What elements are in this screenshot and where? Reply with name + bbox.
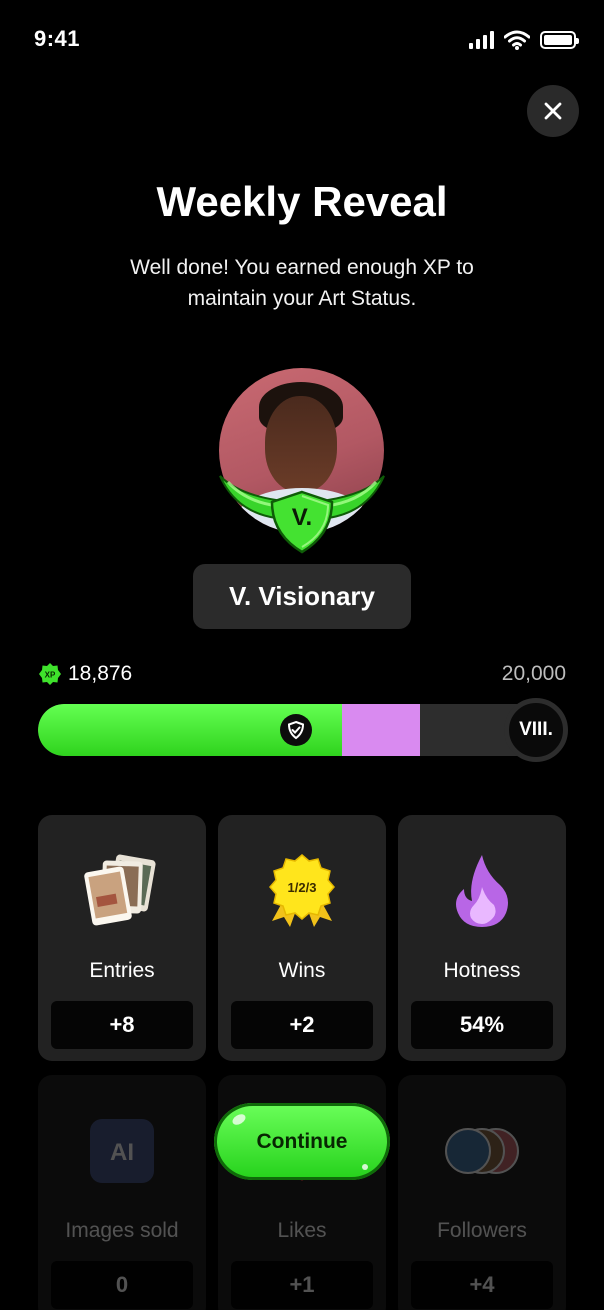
page-title: Weekly Reveal (156, 178, 448, 225)
close-icon (544, 102, 562, 120)
stat-card-hotness: Hotness 54% (398, 815, 566, 1061)
rank-threshold-marker (280, 714, 312, 746)
status-bar: 9:41 (0, 0, 604, 80)
ai-tile-label: AI (110, 1139, 134, 1166)
battery-icon (540, 31, 579, 49)
wifi-icon (504, 30, 530, 50)
winner-ribbon-icon: 1/2/3 (269, 854, 335, 927)
flame-icon (456, 855, 508, 927)
stat-value: +8 (51, 1001, 193, 1049)
stat-value: 54% (411, 1001, 553, 1049)
stat-card-followers: Followers +4 (398, 1075, 566, 1310)
follower-avatars-icon (445, 1128, 519, 1174)
continue-button[interactable]: Continue (214, 1103, 390, 1180)
stat-value: +2 (231, 1001, 373, 1049)
stat-value: +1 (231, 1261, 373, 1309)
stat-label: Images sold (65, 1219, 179, 1242)
stat-value: +4 (411, 1261, 553, 1309)
wins-badge-label: 1/2/3 (288, 880, 317, 895)
art-status-name: V. Visionary (193, 564, 411, 629)
xp-badge-label: XP (45, 671, 56, 680)
close-button[interactable] (527, 85, 579, 137)
ai-tile-icon: AI (90, 1119, 154, 1183)
xp-badge-icon: XP (39, 663, 61, 685)
stat-label: Wins (278, 959, 326, 982)
stat-card-wins: 1/2/3 Wins +2 (218, 815, 386, 1061)
cellular-signal-icon (469, 31, 494, 49)
stat-card-entries: Entries +8 (38, 815, 206, 1061)
rank-letter: V. (291, 504, 313, 531)
stat-label: Followers (437, 1219, 527, 1242)
stat-label: Likes (277, 1219, 327, 1242)
status-time: 9:41 (34, 26, 81, 51)
stat-card-images-sold: AI Images sold 0 (38, 1075, 206, 1310)
page-subtitle: Well done! You earned enough XP to maint… (130, 256, 474, 310)
status-icons (469, 30, 579, 50)
xp-current-value: 18,876 (68, 662, 133, 685)
xp-target-value: 20,000 (501, 662, 566, 685)
xp-current: XP 18,876 (38, 662, 132, 686)
photo-cards-icon (84, 854, 156, 926)
xp-progress-bar: VIII. (38, 698, 568, 762)
xp-progress-bonus (342, 704, 420, 756)
next-rank-badge: VIII. (504, 698, 568, 762)
stat-label: Hotness (443, 959, 521, 982)
stat-value: 0 (51, 1261, 193, 1309)
profile-avatar-badge: V. (216, 368, 388, 554)
shield-check-icon (287, 720, 305, 740)
stat-label: Entries (89, 959, 155, 982)
